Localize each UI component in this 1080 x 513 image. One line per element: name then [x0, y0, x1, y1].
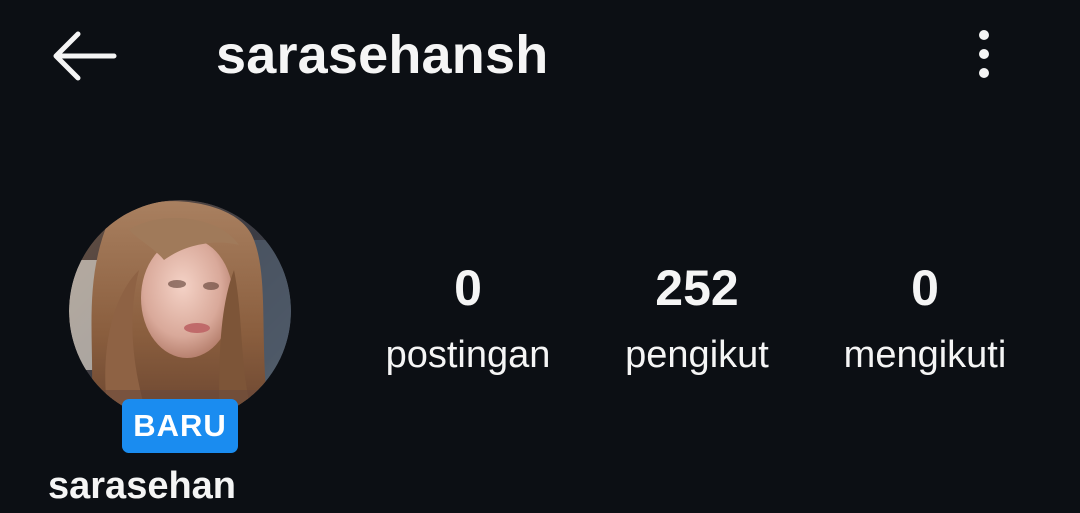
stat-posts-label: postingan [385, 334, 551, 376]
stat-followers[interactable]: 252 pengikut [600, 258, 794, 378]
arrow-left-icon [53, 31, 117, 81]
stat-following-label: mengikuti [843, 334, 1007, 376]
stat-following[interactable]: 0 mengikuti [822, 258, 1028, 378]
stat-followers-label: pengikut [625, 334, 769, 376]
display-name: sarasehan [48, 465, 237, 507]
stat-posts-count: 0 [454, 260, 482, 316]
profile-photo [69, 200, 291, 422]
stat-followers-count: 252 [655, 260, 739, 316]
profile-username-title: sarasehansh [216, 25, 549, 85]
profile-screen: sarasehansh BARU sarasehan 0 postingan 2… [0, 0, 1080, 513]
new-badge: BARU [122, 399, 238, 453]
stat-following-count: 0 [911, 260, 939, 316]
stat-posts[interactable]: 0 postingan [368, 258, 568, 378]
back-button[interactable] [44, 26, 124, 86]
avatar[interactable] [69, 200, 291, 422]
more-options-button[interactable] [958, 24, 1010, 84]
more-vertical-icon [979, 30, 989, 78]
